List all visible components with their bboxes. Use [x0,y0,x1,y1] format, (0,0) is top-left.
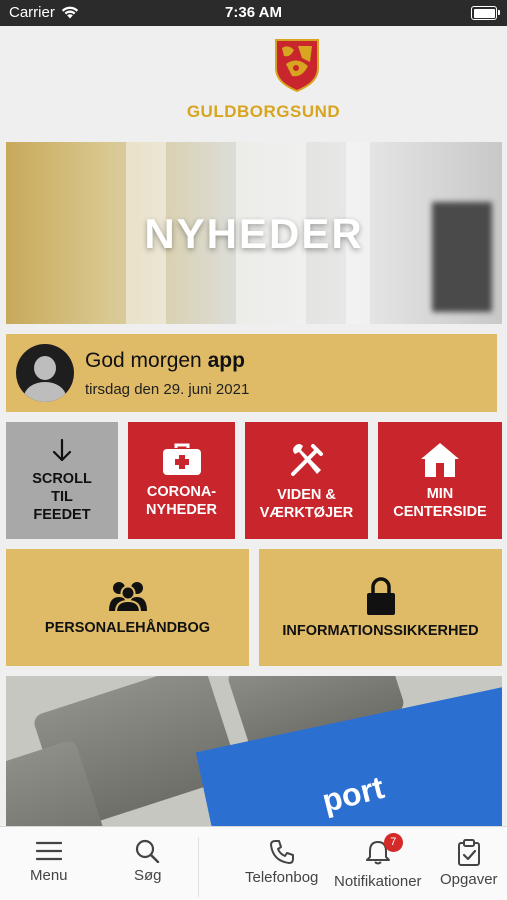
tools-icon [290,443,323,476]
corona-line1: CORONA- [146,483,217,500]
scroll-line3: FEEDET [33,506,91,523]
tab-phonebook[interactable]: Telefonbog [245,839,318,886]
people-icon [108,581,147,613]
scroll-line1: SCROLL [32,470,92,487]
scroll-to-feed-button[interactable]: SCROLL TIL FEEDET [6,422,118,539]
center-line1: MIN [426,485,454,502]
greeting-user: app [207,349,245,372]
first-aid-kit-icon [162,443,201,475]
tab-notifications[interactable]: 7 Notifikationer [334,833,422,890]
security-label: INFORMATIONSSIKKERHED [282,622,479,639]
tab-phonebook-label: Telefonbog [245,869,319,886]
information-security-button[interactable]: INFORMATIONSSIKKERHED [259,549,502,666]
notifications-badge: 7 [383,833,403,852]
tab-menu[interactable]: Menu [30,839,68,884]
promo-image[interactable]: port [6,676,502,826]
phone-icon [269,840,294,864]
tools-line1: VIDEN & [277,486,336,503]
tab-menu-label: Menu [30,867,68,884]
avatar[interactable] [16,344,74,402]
arrow-down-icon [52,438,72,461]
staff-handbook-button[interactable]: PERSONALEHÅNDBOG [6,549,249,666]
corona-line2: NYHEDER [146,501,217,518]
tools-line2: VÆRKTØJER [259,504,354,521]
corona-news-button[interactable]: CORONA- NYHEDER [128,422,235,539]
greeting-date: tirsdag den 29. juni 2021 [85,381,250,398]
lock-icon [366,576,395,615]
greeting-text: God morgen app [85,349,245,373]
tab-tasks[interactable]: Opgaver [440,839,498,888]
clock: 7:36 AM [225,4,282,21]
tab-search-label: Søg [134,867,162,884]
greeting-prefix: God morgen [85,349,202,372]
status-bar: Carrier 7:36 AM [0,0,507,26]
crest-icon [275,39,319,92]
hamburger-menu-icon [35,841,62,861]
greeting-card: God morgen app tirsdag den 29. juni 2021 [6,334,497,412]
brand-logo: GULDBORGSUND [0,36,507,126]
knowledge-tools-button[interactable]: VIDEN & VÆRKTØJER [245,422,368,539]
news-banner[interactable]: NYHEDER [6,142,502,324]
brand-wordmark: GULDBORGSUND [186,102,341,121]
my-center-page-button[interactable]: MIN CENTERSIDE [378,422,502,539]
tab-tasks-label: Opgaver [440,871,498,888]
scroll-line2: TIL [51,488,73,505]
search-icon [135,839,159,863]
tab-search[interactable]: Søg [134,839,162,884]
home-icon [421,442,459,477]
tab-notifications-label: Notifikationer [334,873,422,890]
battery-icon [471,6,500,20]
tab-bar: Menu Søg Telefonbog 7 Notifikationer Opg… [0,826,507,900]
center-line2: CENTERSIDE [393,503,487,520]
handbook-label: PERSONALEHÅNDBOG [44,619,211,636]
clipboard-check-icon [457,839,480,866]
news-banner-title: NYHEDER [144,210,364,257]
